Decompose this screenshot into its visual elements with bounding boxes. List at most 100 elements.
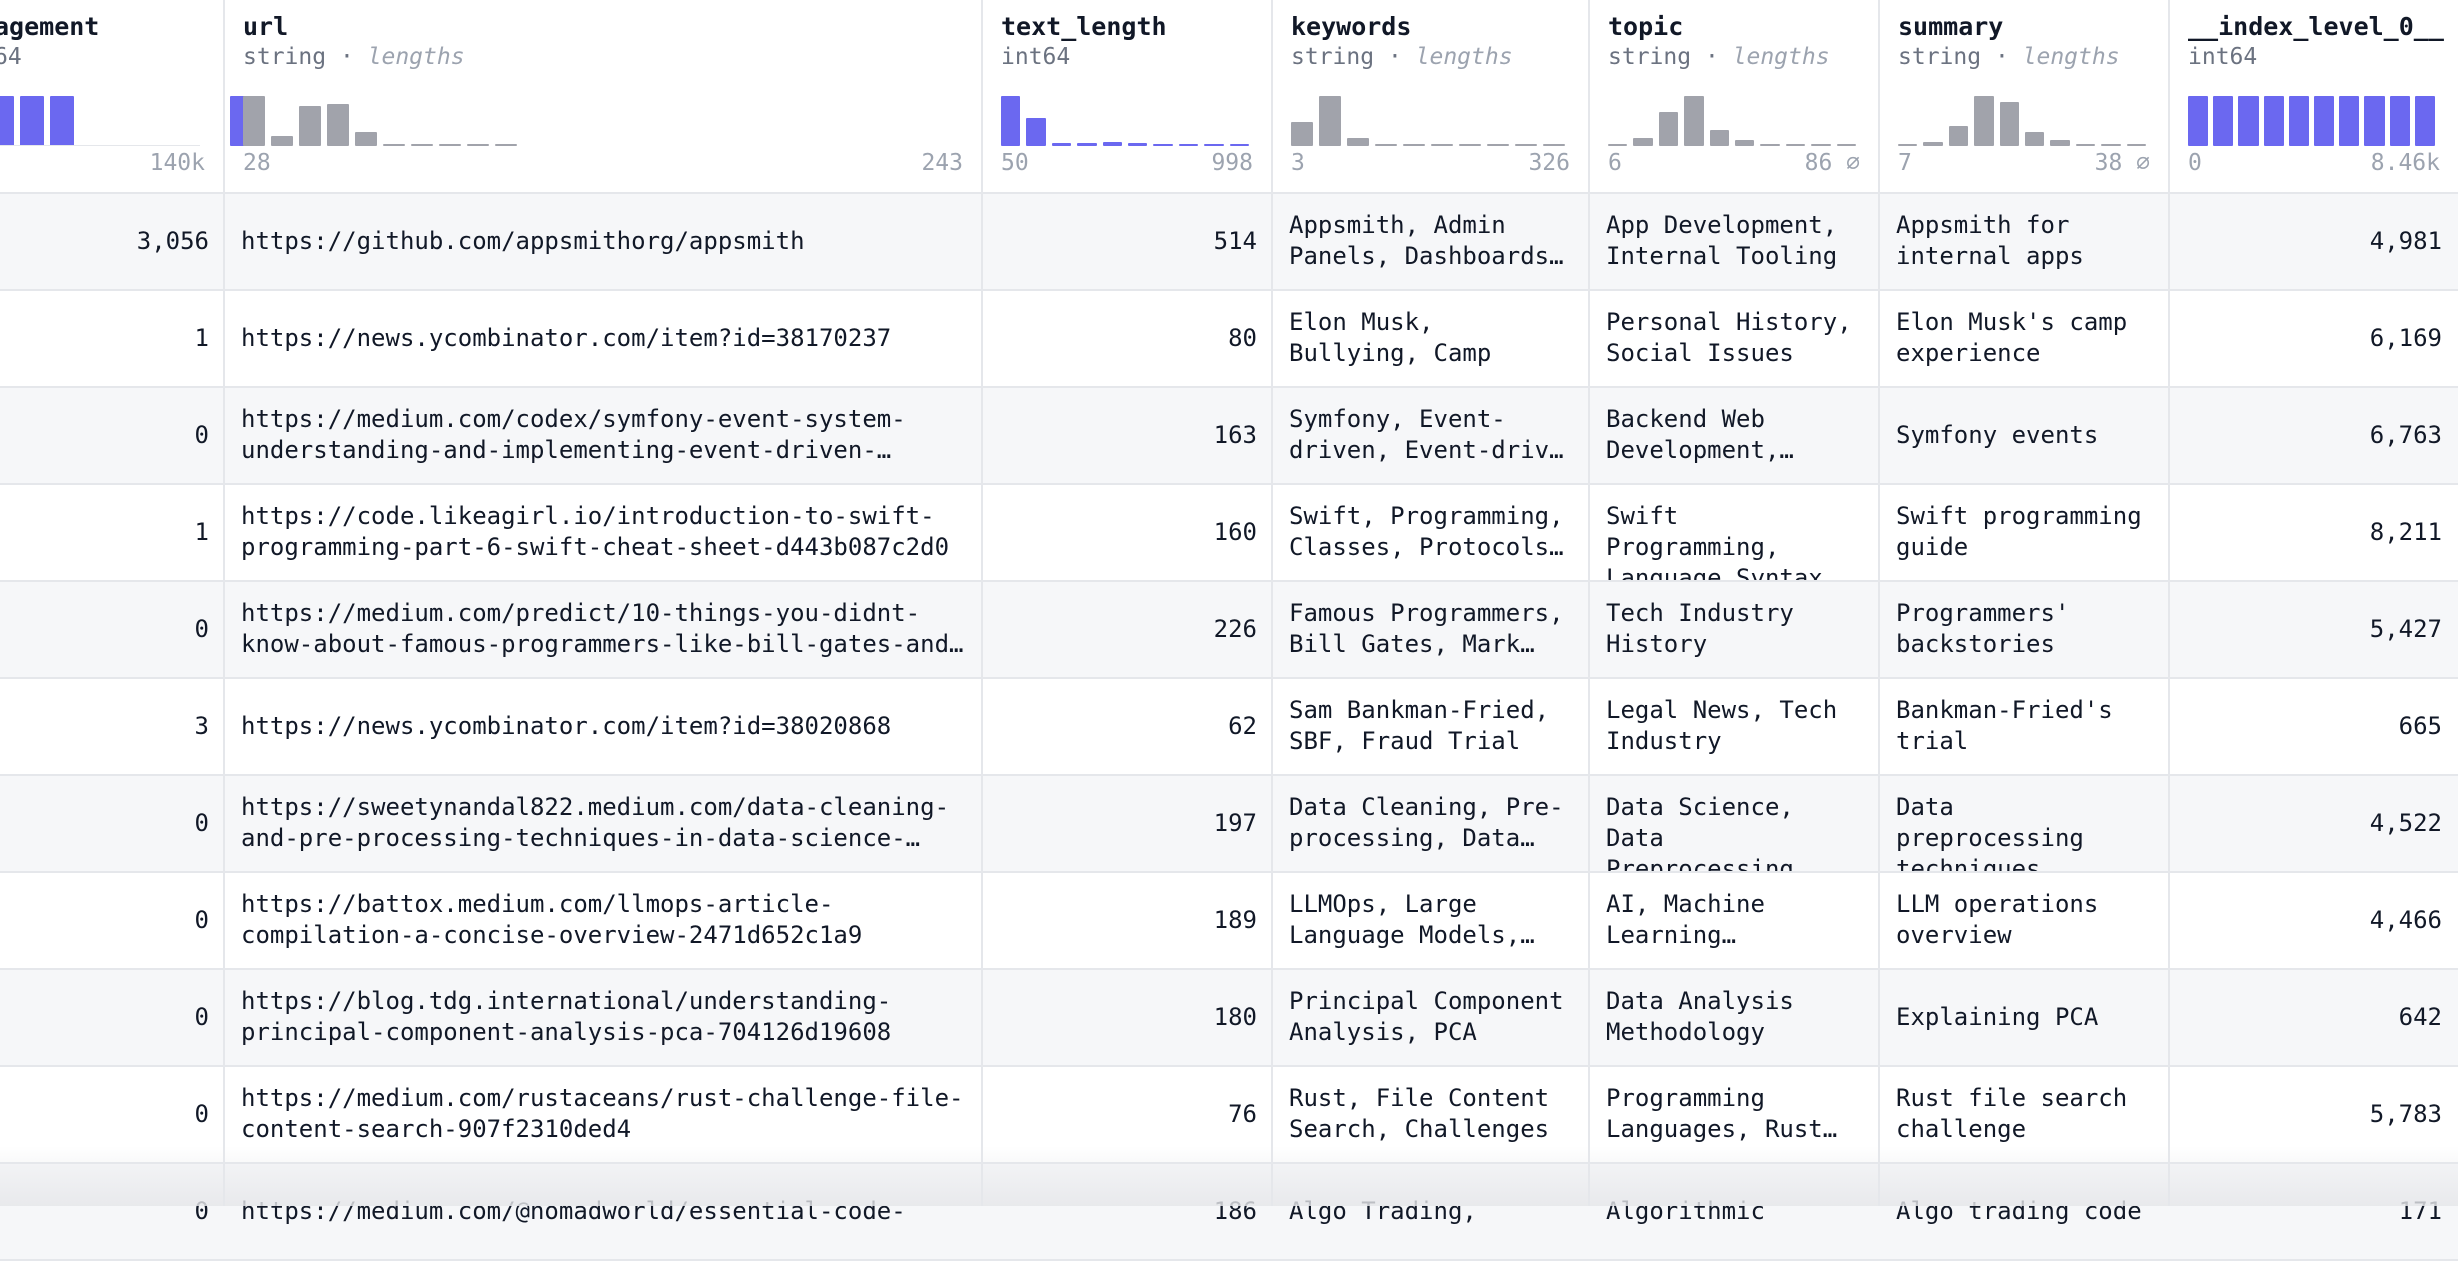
histogram-bar[interactable] bbox=[1974, 96, 1994, 146]
cell-engagement[interactable]: 3 bbox=[0, 679, 225, 774]
cell-summary[interactable]: Programmers' backstories bbox=[1880, 582, 2170, 677]
table-row[interactable]: 1 https://code.likeagirl.io/introduction-… bbox=[0, 485, 2458, 582]
cell-keywords[interactable]: LLMOps, Large Language Models,… bbox=[1273, 873, 1590, 968]
cell-keywords[interactable]: Data Cleaning, Pre-processing, Data… bbox=[1273, 776, 1590, 871]
histogram-bar[interactable] bbox=[1128, 143, 1148, 146]
cell-engagement[interactable]: 0 bbox=[0, 582, 225, 677]
cell-engagement[interactable]: 1 bbox=[0, 485, 225, 580]
histogram-bar[interactable] bbox=[2288, 96, 2309, 146]
histogram-bar[interactable] bbox=[1836, 144, 1856, 146]
histogram-bar[interactable] bbox=[1403, 144, 1425, 146]
cell-keywords[interactable]: Elon Musk, Bullying, Camp bbox=[1273, 291, 1590, 386]
cell-text-length[interactable]: 180 bbox=[983, 970, 1273, 1065]
cell-summary[interactable]: Data preprocessing techniques bbox=[1880, 776, 2170, 871]
cell-url[interactable]: https://battox.medium.com/llmops-article… bbox=[225, 873, 983, 968]
cell-topic[interactable]: AI, Machine Learning… bbox=[1590, 873, 1880, 968]
column-name[interactable]: __index_level_0__ bbox=[2188, 12, 2444, 41]
histogram-bar[interactable] bbox=[1898, 144, 1918, 146]
histogram-bar[interactable] bbox=[411, 144, 433, 146]
cell-url[interactable]: https://medium.com/predict/10-things-you… bbox=[225, 582, 983, 677]
cell-summary[interactable]: Explaining PCA bbox=[1880, 970, 2170, 1065]
histogram-bar[interactable] bbox=[2364, 96, 2385, 146]
histogram-bar[interactable] bbox=[1051, 143, 1072, 146]
histogram-bar[interactable] bbox=[1229, 144, 1249, 146]
histogram-bar[interactable] bbox=[271, 136, 293, 146]
cell-index[interactable]: 665 bbox=[2170, 679, 2458, 774]
histogram-bar[interactable] bbox=[1760, 144, 1780, 146]
cell-topic[interactable]: Swift Programming, Language Syntax bbox=[1590, 485, 1880, 580]
histogram-bar[interactable] bbox=[2263, 96, 2284, 146]
cell-keywords[interactable]: Principal Component Analysis, PCA bbox=[1273, 970, 1590, 1065]
cell-engagement[interactable]: 0 bbox=[0, 873, 225, 968]
column-histogram[interactable] bbox=[0, 90, 254, 146]
histogram-bar[interactable] bbox=[20, 96, 44, 146]
cell-text-length[interactable]: 160 bbox=[983, 485, 1273, 580]
cell-topic[interactable]: Backend Web Development,… bbox=[1590, 388, 1880, 483]
cell-text-length[interactable]: 514 bbox=[983, 194, 1273, 289]
cell-url[interactable]: https://news.ycombinator.com/item?id=380… bbox=[225, 679, 983, 774]
cell-engagement[interactable]: 0 bbox=[0, 776, 225, 871]
column-agement[interactable]: agement 64 140k bbox=[0, 0, 254, 194]
column-histogram[interactable] bbox=[1001, 90, 1255, 146]
cell-engagement[interactable]: 1 bbox=[0, 291, 225, 386]
cell-topic[interactable]: App Development, Internal Tooling bbox=[1590, 194, 1880, 289]
cell-index[interactable]: 4,466 bbox=[2170, 873, 2458, 968]
table-row[interactable]: 0 https://sweetynandal822.medium.com/data… bbox=[0, 776, 2458, 873]
table-row[interactable]: 0 https://battox.medium.com/llmops-articl… bbox=[0, 873, 2458, 970]
histogram-bar[interactable] bbox=[1811, 144, 1831, 146]
column-topic[interactable]: topic string · lengths 6 86 ⌀ bbox=[1590, 0, 1880, 194]
table-row[interactable]: 0 https://medium.com/predict/10-things-yo… bbox=[0, 582, 2458, 679]
cell-topic[interactable]: Personal History, Social Issues bbox=[1590, 291, 1880, 386]
cell-topic[interactable]: Data Analysis Methodology bbox=[1590, 970, 1880, 1065]
histogram-bar[interactable] bbox=[0, 96, 14, 146]
table-row[interactable]: 0 https://medium.com/codex/symfony-event-… bbox=[0, 388, 2458, 485]
column-name[interactable]: url bbox=[243, 12, 288, 41]
histogram-bar[interactable] bbox=[2101, 144, 2121, 146]
histogram-bar[interactable] bbox=[2050, 140, 2070, 146]
cell-keywords[interactable]: Sam Bankman-Fried, SBF, Fraud Trial bbox=[1273, 679, 1590, 774]
cell-summary[interactable]: Symfony events bbox=[1880, 388, 2170, 483]
cell-keywords[interactable]: Symfony, Event-driven, Event-driv… bbox=[1273, 388, 1590, 483]
cell-engagement[interactable]: 0 bbox=[0, 970, 225, 1065]
column-histogram[interactable] bbox=[243, 90, 965, 146]
cell-engagement[interactable]: 3,056 bbox=[0, 194, 225, 289]
column-name[interactable]: keywords bbox=[1291, 12, 1411, 41]
histogram-bar[interactable] bbox=[1102, 142, 1122, 146]
cell-index[interactable]: 4,522 bbox=[2170, 776, 2458, 871]
histogram-bar[interactable] bbox=[2126, 144, 2146, 146]
histogram-bar[interactable] bbox=[1948, 126, 1969, 146]
histogram-bar[interactable] bbox=[2025, 132, 2045, 146]
histogram-bar[interactable] bbox=[1001, 96, 1021, 146]
histogram-bar[interactable] bbox=[50, 96, 74, 146]
cell-summary[interactable]: Elon Musk's camp experience bbox=[1880, 291, 2170, 386]
cell-index[interactable]: 8,211 bbox=[2170, 485, 2458, 580]
column-url[interactable]: url string · lengths 28 243 bbox=[225, 0, 983, 194]
histogram-bar[interactable] bbox=[299, 106, 321, 146]
histogram-bar[interactable] bbox=[2314, 96, 2335, 146]
cell-index[interactable]: 5,427 bbox=[2170, 582, 2458, 677]
column-name[interactable]: summary bbox=[1898, 12, 2003, 41]
histogram-bar[interactable] bbox=[2414, 96, 2435, 146]
histogram-bar[interactable] bbox=[2213, 96, 2234, 146]
column-histogram[interactable] bbox=[2188, 90, 2440, 146]
cell-text-length[interactable]: 62 bbox=[983, 679, 1273, 774]
histogram-bar[interactable] bbox=[1319, 96, 1341, 146]
histogram-bar[interactable] bbox=[1999, 102, 2019, 146]
histogram-bar[interactable] bbox=[1487, 144, 1509, 146]
column-keywords[interactable]: keywords string · lengths 3 326 bbox=[1273, 0, 1590, 194]
cell-summary[interactable]: LLM operations overview bbox=[1880, 873, 2170, 968]
histogram-bar[interactable] bbox=[2339, 96, 2360, 146]
histogram-bar[interactable] bbox=[200, 144, 224, 146]
histogram-bar[interactable] bbox=[1608, 144, 1628, 146]
cell-engagement[interactable]: 0 bbox=[0, 388, 225, 483]
histogram-bar[interactable] bbox=[467, 144, 489, 146]
histogram-bar[interactable] bbox=[495, 144, 517, 146]
cell-text-length[interactable]: 226 bbox=[983, 582, 1273, 677]
cell-url[interactable]: https://sweetynandal822.medium.com/data-… bbox=[225, 776, 983, 871]
histogram-bar[interactable] bbox=[1204, 144, 1224, 146]
histogram-bar[interactable] bbox=[1153, 144, 1173, 146]
histogram-bar[interactable] bbox=[2188, 96, 2209, 146]
histogram-bar[interactable] bbox=[243, 96, 265, 146]
cell-summary[interactable]: Swift programming guide bbox=[1880, 485, 2170, 580]
histogram-bar[interactable] bbox=[439, 144, 461, 146]
